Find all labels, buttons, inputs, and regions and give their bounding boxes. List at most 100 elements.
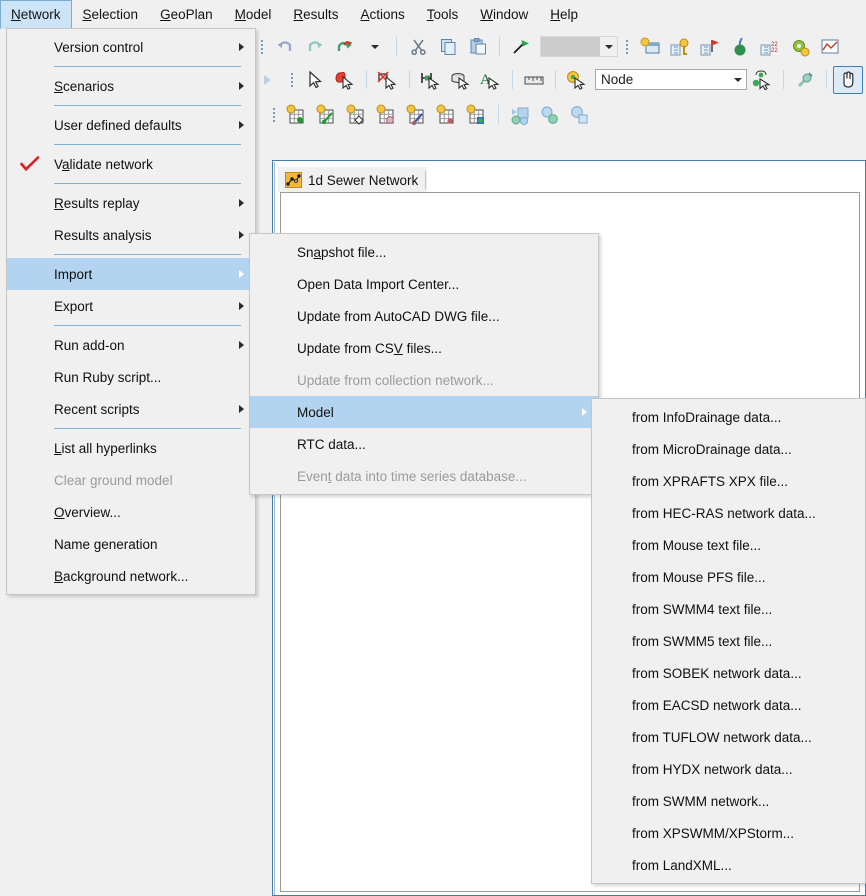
menu-item-export[interactable]: Export [7, 290, 255, 322]
menubar-item-selection[interactable]: Selection [72, 0, 150, 28]
menu-item-name-generation[interactable]: Name generation [7, 528, 255, 560]
menu-item-open-data-import-center[interactable]: Open Data Import Center... [250, 268, 598, 300]
menu-item-update-from-autocad-dwg-file[interactable]: Update from AutoCAD DWG file... [250, 300, 598, 332]
hand-tool-button[interactable] [833, 65, 863, 94]
flag-button[interactable] [506, 33, 536, 61]
measure-button[interactable] [519, 66, 549, 94]
layer-combo[interactable]: Node [595, 69, 747, 90]
menu-item-from-swmm5-text-file[interactable]: from SWMM5 text file... [592, 625, 865, 657]
menubar-item-help[interactable]: Help [539, 0, 589, 28]
menu-item-from-hydx-network-data[interactable]: from HYDX network data... [592, 753, 865, 785]
toolbar-grip-icon[interactable] [257, 37, 266, 57]
menu-item-from-xprafts-xpx-file[interactable]: from XPRAFTS XPX file... [592, 465, 865, 497]
grid-pipe-icon [406, 104, 424, 125]
scenario-button[interactable] [635, 33, 665, 61]
menubar-item-actions[interactable]: Actions [349, 0, 415, 28]
spray-button[interactable] [725, 33, 755, 61]
redo-button[interactable] [300, 33, 330, 61]
menu-item-from-swmm-network[interactable]: from SWMM network... [592, 785, 865, 817]
theme-1-button[interactable] [505, 101, 535, 129]
menu-item-snapshot-file[interactable]: Snapshot file... [250, 236, 598, 268]
menu-item-from-landxml[interactable]: from LandXML... [592, 849, 865, 881]
toolbar-row-standard: 22 22 [253, 30, 845, 63]
layer-combo-arrow[interactable] [729, 70, 746, 89]
menubar-item-results[interactable]: Results [282, 0, 349, 28]
menu-item-gutter [7, 148, 54, 180]
grid-point-button[interactable] [432, 101, 462, 129]
key-button[interactable] [665, 33, 695, 61]
menubar-item-tools[interactable]: Tools [416, 0, 470, 28]
menu-item-list-all-hyperlinks[interactable]: List all hyperlinks [7, 432, 255, 464]
menu-item-from-infodrainage-data[interactable]: from InfoDrainage data... [592, 401, 865, 433]
menu-item-from-xpswmm-xpstorm[interactable]: from XPSWMM/XPStorm... [592, 817, 865, 849]
menu-item-version-control[interactable]: Version control [7, 31, 255, 63]
redo-all-button[interactable] [330, 33, 360, 61]
style-combo[interactable] [540, 36, 618, 57]
copy-button[interactable] [433, 33, 463, 61]
menu-item-from-sobek-network-data[interactable]: from SOBEK network data... [592, 657, 865, 689]
select-polygon-button[interactable] [330, 66, 360, 94]
probe-button[interactable] [790, 66, 820, 94]
undo-button[interactable] [270, 33, 300, 61]
menu-item-from-microdrainage-data[interactable]: from MicroDrainage data... [592, 433, 865, 465]
menu-item-recent-scripts[interactable]: Recent scripts [7, 393, 255, 425]
menu-item-from-mouse-pfs-file[interactable]: from Mouse PFS file... [592, 561, 865, 593]
menu-item-model[interactable]: Model [250, 396, 598, 428]
menu-item-scenarios[interactable]: Scenarios [7, 70, 255, 102]
select-text-button[interactable]: A [476, 66, 506, 94]
select-symbol-button[interactable] [562, 66, 592, 94]
pan-left-button[interactable] [253, 66, 283, 94]
menubar-item-network[interactable]: Network [0, 0, 72, 29]
menubar-item-window[interactable]: Window [469, 0, 539, 28]
tab-1d-sewer-network[interactable]: 1d Sewer Network [278, 167, 428, 192]
menu-item-from-hec-ras-network-data[interactable]: from HEC-RAS network data... [592, 497, 865, 529]
select-symbol-icon [567, 70, 586, 90]
menu-item-rtc-data[interactable]: RTC data... [250, 428, 598, 460]
menu-item-overview[interactable]: Overview... [7, 496, 255, 528]
menu-import: Snapshot file... Open Data Import Center.… [249, 233, 599, 495]
select-pointer-button[interactable] [300, 66, 330, 94]
menu-item-from-swmm4-text-file[interactable]: from SWMM4 text file... [592, 593, 865, 625]
menu-item-gutter [7, 329, 54, 361]
menu-item-results-replay[interactable]: Results replay [7, 187, 255, 219]
menubar-item-model[interactable]: Model [224, 0, 283, 28]
menu-item-from-mouse-text-file[interactable]: from Mouse text file... [592, 529, 865, 561]
toolbar-grip-icon[interactable] [622, 37, 631, 57]
menu-item-run-add-on[interactable]: Run add-on [7, 329, 255, 361]
graph-button[interactable] [815, 33, 845, 61]
theme-3-button[interactable] [565, 101, 595, 129]
numbering-button[interactable]: 22 22 [755, 33, 785, 61]
grid-polygon-button[interactable] [342, 101, 372, 129]
menu-item-update-from-csv-files[interactable]: Update from CSV files... [250, 332, 598, 364]
menu-item-background-network[interactable]: Background network... [7, 560, 255, 592]
menu-item-from-tuflow-network-data[interactable]: from TUFLOW network data... [592, 721, 865, 753]
toolbar-grip-icon[interactable] [269, 105, 278, 125]
menubar-item-geoplan[interactable]: GeoPlan [149, 0, 224, 28]
toolbar-grip-icon[interactable] [287, 70, 296, 90]
select-link-button[interactable] [416, 66, 446, 94]
menu-item-gutter [7, 70, 54, 102]
style-combo-arrow[interactable] [600, 37, 617, 56]
theme-2-button[interactable] [535, 101, 565, 129]
grid-green-button[interactable] [462, 101, 492, 129]
grid-subcatchment-button[interactable] [372, 101, 402, 129]
menu-item-from-eacsd-network-data[interactable]: from EACSD network data... [592, 689, 865, 721]
settings-button[interactable] [785, 33, 815, 61]
grid-link-button[interactable] [312, 101, 342, 129]
cut-button[interactable] [403, 33, 433, 61]
menu-item-import[interactable]: Import [7, 258, 255, 290]
numbering-icon: 22 22 [760, 42, 778, 55]
grid-pipe-button[interactable] [402, 101, 432, 129]
grid-node-button[interactable] [282, 101, 312, 129]
menu-item-results-analysis[interactable]: Results analysis [7, 219, 255, 251]
menu-item-label: User defined defaults [54, 117, 182, 133]
menu-item-user-defined-defaults[interactable]: User defined defaults [7, 109, 255, 141]
flag-tag-button[interactable] [695, 33, 725, 61]
menu-item-validate-network[interactable]: Validate network [7, 148, 255, 180]
trace-node-button[interactable] [747, 66, 777, 94]
undo-dropdown-button[interactable] [360, 33, 390, 61]
menu-item-run-ruby-script[interactable]: Run Ruby script... [7, 361, 255, 393]
select-manhole-button[interactable] [446, 66, 476, 94]
deselect-button[interactable] [373, 66, 403, 94]
paste-button[interactable] [463, 33, 493, 61]
